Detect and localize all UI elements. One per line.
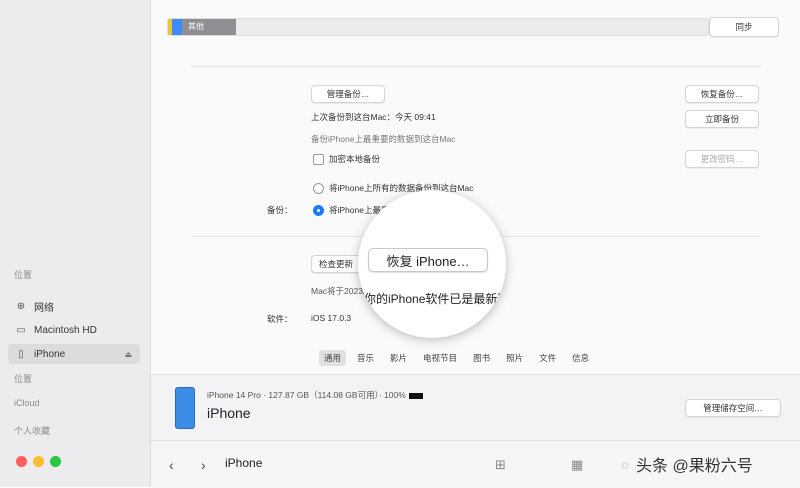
software-label: 软件：: [267, 314, 293, 324]
forward-button[interactable]: ›: [201, 457, 206, 473]
sidebar: 位置 ⊕ 网络 ▭ Macintosh HD ▯ iPhone ⏏ 位置 iCl…: [0, 0, 151, 487]
restore-backup-button[interactable]: 恢复备份…: [685, 85, 759, 103]
sidebar-section-favorites: 个人收藏: [14, 426, 51, 436]
back-button[interactable]: ‹: [169, 457, 174, 473]
battery-icon: [408, 392, 423, 399]
tag-icon[interactable]: ◌: [621, 457, 629, 472]
sidebar-item-iphone[interactable]: ▯ iPhone ⏏: [8, 344, 140, 364]
window-controls: [16, 456, 61, 467]
tab-general[interactable]: 通用: [319, 350, 347, 366]
tab-files[interactable]: 文件: [534, 350, 561, 366]
manage-backups-button[interactable]: 管理备份…: [311, 85, 385, 103]
backup-info-text: 备份iPhone上最重要的数据到这台Mac: [311, 134, 456, 144]
grid-view-icon[interactable]: ▦: [571, 457, 583, 473]
encrypt-label: 加密本地备份: [329, 154, 381, 164]
manage-storage-button[interactable]: 管理储存空间…: [685, 399, 781, 417]
restore-iphone-button[interactable]: 恢复 iPhone…: [368, 248, 488, 272]
tab-tv-shows[interactable]: 电视节目: [418, 350, 462, 366]
sidebar-item-macintosh-hd[interactable]: ▭ Macintosh HD: [8, 320, 140, 340]
sidebar-item-label: Macintosh HD: [34, 324, 97, 336]
tab-bar: 通用 音乐 影片 电视节目 图书 照片 文件 信息: [319, 350, 594, 366]
device-header: iPhone 14 Pro · 127.87 GB（114.08 GB可用）· …: [151, 374, 800, 441]
minimize-button[interactable]: [33, 456, 44, 467]
device-info-text: iPhone 14 Pro · 127.87 GB（114.08 GB可用）· …: [207, 390, 406, 400]
radio-backup-icloud[interactable]: [313, 205, 324, 216]
network-icon: ⊕: [16, 300, 26, 312]
storage-segment-blue: [172, 19, 182, 35]
view-options-icon[interactable]: ⊞: [495, 457, 506, 473]
finder-window: 位置 ⊕ 网络 ▭ Macintosh HD ▯ iPhone ⏏ 位置 iCl…: [0, 0, 800, 488]
storage-label: 其他: [188, 22, 204, 31]
backup-now-button[interactable]: 立即备份: [685, 110, 759, 128]
last-backup-text: 上次备份到这台Mac：今天 09:41: [311, 112, 436, 122]
encrypt-checkbox[interactable]: [313, 154, 324, 165]
device-name: iPhone: [207, 405, 251, 421]
software-version: iOS 17.0.3: [311, 313, 352, 323]
tab-music[interactable]: 音乐: [352, 350, 379, 366]
sidebar-item-label: 网络: [34, 302, 54, 314]
tab-movies[interactable]: 影片: [385, 350, 412, 366]
watermark-text: 头条 @果粉六号: [636, 458, 753, 475]
sidebar-item-label: iPhone: [34, 348, 66, 360]
tab-photos[interactable]: 照片: [501, 350, 528, 366]
device-info: iPhone 14 Pro · 127.87 GB（114.08 GB可用）· …: [207, 389, 423, 401]
check-update-button[interactable]: 检查更新: [311, 255, 361, 273]
close-button[interactable]: [16, 456, 27, 467]
disk-icon: ▭: [16, 324, 26, 336]
tab-info[interactable]: 信息: [567, 350, 594, 366]
eject-icon[interactable]: ⏏: [124, 350, 132, 359]
storage-bar: 其他: [167, 18, 709, 36]
sync-button[interactable]: 同步: [709, 17, 779, 37]
sidebar-item-network[interactable]: ⊕ 网络: [8, 296, 140, 316]
sidebar-section-icloud: iCloud: [14, 398, 40, 408]
iphone-icon: [175, 387, 195, 429]
software-latest-text: 你的iPhone软件已是最新版本。: [364, 292, 506, 306]
zoom-button[interactable]: [50, 456, 61, 467]
sidebar-section-tags: 位置: [14, 374, 33, 384]
sidebar-section-locations: 位置: [14, 270, 33, 280]
window-title: iPhone: [225, 456, 263, 470]
change-password-button[interactable]: 更改密码…: [685, 150, 759, 168]
magnifier-overlay: 恢复 iPhone… 你的iPhone软件已是最新版本。: [358, 190, 506, 338]
backup-label: 备份：: [267, 205, 293, 215]
radio-backup-mac[interactable]: [313, 183, 324, 194]
tab-books[interactable]: 图书: [468, 350, 495, 366]
divider: [191, 66, 761, 67]
phone-icon: ▯: [18, 348, 24, 360]
